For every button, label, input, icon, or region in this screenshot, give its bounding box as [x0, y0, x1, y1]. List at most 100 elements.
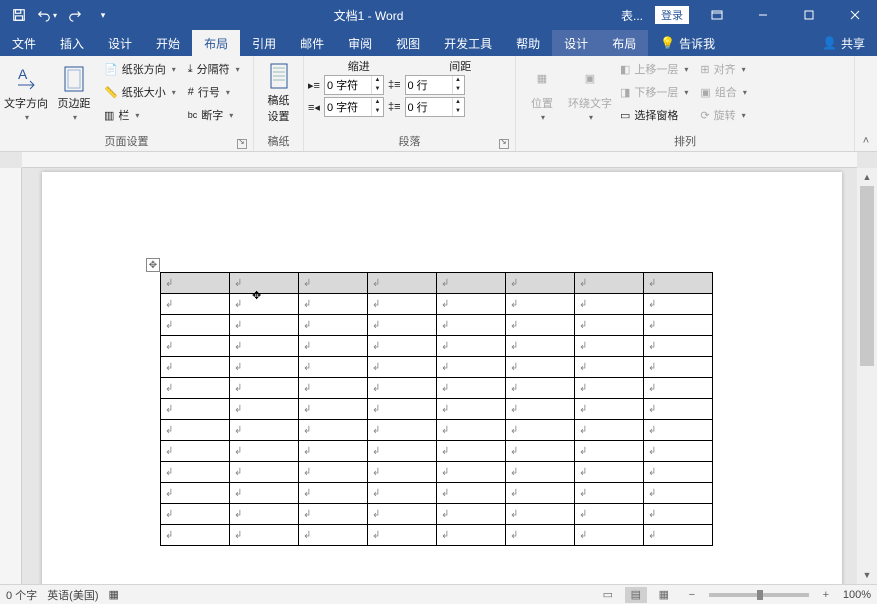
table-cell[interactable]: ↲ [506, 315, 575, 336]
table-cell[interactable]: ↲ [230, 441, 299, 462]
scroll-down-icon[interactable]: ▼ [857, 566, 877, 584]
table-cell[interactable]: ↲ [506, 294, 575, 315]
zoom-out-icon[interactable]: − [681, 587, 703, 603]
table-cell[interactable]: ↲ [161, 357, 230, 378]
orientation-button[interactable]: 📄纸张方向▾ [100, 58, 180, 80]
table-cell[interactable]: ↲ [575, 399, 644, 420]
table-cell[interactable]: ↲ [575, 441, 644, 462]
macro-status-icon[interactable]: ▦ [109, 588, 119, 601]
table-cell[interactable]: ↲ [161, 336, 230, 357]
table-cell[interactable]: ↲ [230, 525, 299, 546]
tab-insert[interactable]: 插入 [48, 30, 96, 56]
table-cell[interactable]: ↲ [506, 420, 575, 441]
table-cell[interactable]: ↲ [368, 378, 437, 399]
table-row[interactable]: ↲↲↲↲↲↲↲↲ [161, 420, 713, 441]
document-table[interactable]: ↲↲↲↲↲↲↲↲↲↲↲↲↲↲↲↲↲↲↲↲↲↲↲↲↲↲↲↲↲↲↲↲↲↲↲↲↲↲↲↲… [160, 272, 713, 546]
table-cell[interactable]: ↲ [161, 420, 230, 441]
vertical-scrollbar[interactable]: ▲ ▼ [857, 168, 877, 584]
table-move-handle[interactable]: ✥ [146, 258, 160, 272]
table-cell[interactable]: ↲ [230, 273, 299, 294]
table-cell[interactable]: ↲ [644, 420, 713, 441]
vertical-ruler[interactable] [0, 168, 22, 584]
maximize-icon[interactable] [787, 0, 831, 30]
qat-customize-icon[interactable]: ▾ [90, 2, 116, 28]
tab-view[interactable]: 视图 [384, 30, 432, 56]
table-row[interactable]: ↲↲↲↲↲↲↲↲ [161, 462, 713, 483]
table-cell[interactable]: ↲ [368, 294, 437, 315]
table-cell[interactable]: ↲ [575, 294, 644, 315]
table-cell[interactable]: ↲ [299, 441, 368, 462]
table-cell[interactable]: ↲ [299, 504, 368, 525]
zoom-slider[interactable] [709, 593, 809, 597]
zoom-in-icon[interactable]: + [815, 587, 837, 603]
table-cell[interactable]: ↲ [368, 420, 437, 441]
tell-me-button[interactable]: 💡告诉我 [648, 30, 727, 56]
table-cell[interactable]: ↲ [161, 462, 230, 483]
close-icon[interactable] [833, 0, 877, 30]
table-cell[interactable]: ↲ [299, 420, 368, 441]
page-setup-launcher[interactable] [237, 139, 247, 149]
table-cell[interactable]: ↲ [437, 357, 506, 378]
tab-help[interactable]: 帮助 [504, 30, 552, 56]
table-cell[interactable]: ↲ [644, 294, 713, 315]
table-cell[interactable]: ↲ [230, 420, 299, 441]
hyphenation-button[interactable]: bc断字▾ [184, 104, 244, 126]
spacing-before-input[interactable]: ▲▼ [405, 75, 465, 95]
table-cell[interactable]: ↲ [506, 273, 575, 294]
indent-left-input[interactable]: ▲▼ [324, 75, 384, 95]
table-row[interactable]: ↲↲↲↲↲↲↲↲ [161, 378, 713, 399]
table-cell[interactable]: ↲ [368, 336, 437, 357]
table-cell[interactable]: ↲ [299, 336, 368, 357]
minimize-icon[interactable] [741, 0, 785, 30]
tab-file[interactable]: 文件 [0, 30, 48, 56]
table-cell[interactable]: ↲ [161, 294, 230, 315]
table-cell[interactable]: ↲ [575, 504, 644, 525]
table-cell[interactable]: ↲ [230, 378, 299, 399]
tab-mail[interactable]: 邮件 [288, 30, 336, 56]
table-cell[interactable]: ↲ [299, 273, 368, 294]
tab-start[interactable]: 开始 [144, 30, 192, 56]
table-cell[interactable]: ↲ [299, 462, 368, 483]
tab-review[interactable]: 审阅 [336, 30, 384, 56]
breaks-button[interactable]: ⤓分隔符▾ [184, 58, 244, 80]
paragraph-launcher[interactable] [499, 139, 509, 149]
table-cell[interactable]: ↲ [368, 462, 437, 483]
table-row[interactable]: ↲↲↲↲↲↲↲↲ [161, 357, 713, 378]
table-cell[interactable]: ↲ [368, 504, 437, 525]
table-cell[interactable]: ↲ [644, 273, 713, 294]
tab-devtools[interactable]: 开发工具 [432, 30, 504, 56]
login-button[interactable]: 登录 [655, 6, 689, 24]
table-cell[interactable]: ↲ [299, 315, 368, 336]
table-cell[interactable]: ↲ [368, 315, 437, 336]
share-button[interactable]: 👤共享 [810, 30, 877, 56]
table-cell[interactable]: ↲ [368, 483, 437, 504]
table-cell[interactable]: ↲ [644, 525, 713, 546]
table-row[interactable]: ↲↲↲↲↲↲↲↲ [161, 399, 713, 420]
table-cell[interactable]: ↲ [230, 504, 299, 525]
table-cell[interactable]: ↲ [368, 357, 437, 378]
table-cell[interactable]: ↲ [161, 525, 230, 546]
scroll-up-icon[interactable]: ▲ [857, 168, 877, 186]
redo-icon[interactable] [62, 2, 88, 28]
table-cell[interactable]: ↲ [299, 294, 368, 315]
table-cell[interactable]: ↲ [575, 462, 644, 483]
table-cell[interactable]: ↲ [230, 357, 299, 378]
table-cell[interactable]: ↲ [161, 315, 230, 336]
table-cell[interactable]: ↲ [161, 504, 230, 525]
table-cell[interactable]: ↲ [644, 357, 713, 378]
table-cell[interactable]: ↲ [437, 378, 506, 399]
web-layout-icon[interactable]: ▦ [653, 587, 675, 603]
table-row[interactable]: ↲↲↲↲↲↲↲↲ [161, 483, 713, 504]
table-cell[interactable]: ↲ [368, 399, 437, 420]
table-row[interactable]: ↲↲↲↲↲↲↲↲ [161, 294, 713, 315]
tab-design[interactable]: 设计 [96, 30, 144, 56]
table-cell[interactable]: ↲ [368, 441, 437, 462]
table-cell[interactable]: ↲ [575, 378, 644, 399]
table-cell[interactable]: ↲ [230, 462, 299, 483]
ribbon-display-icon[interactable] [695, 0, 739, 30]
table-cell[interactable]: ↲ [506, 462, 575, 483]
table-cell[interactable]: ↲ [506, 504, 575, 525]
table-row[interactable]: ↲↲↲↲↲↲↲↲ [161, 273, 713, 294]
table-cell[interactable]: ↲ [161, 399, 230, 420]
table-cell[interactable]: ↲ [644, 441, 713, 462]
